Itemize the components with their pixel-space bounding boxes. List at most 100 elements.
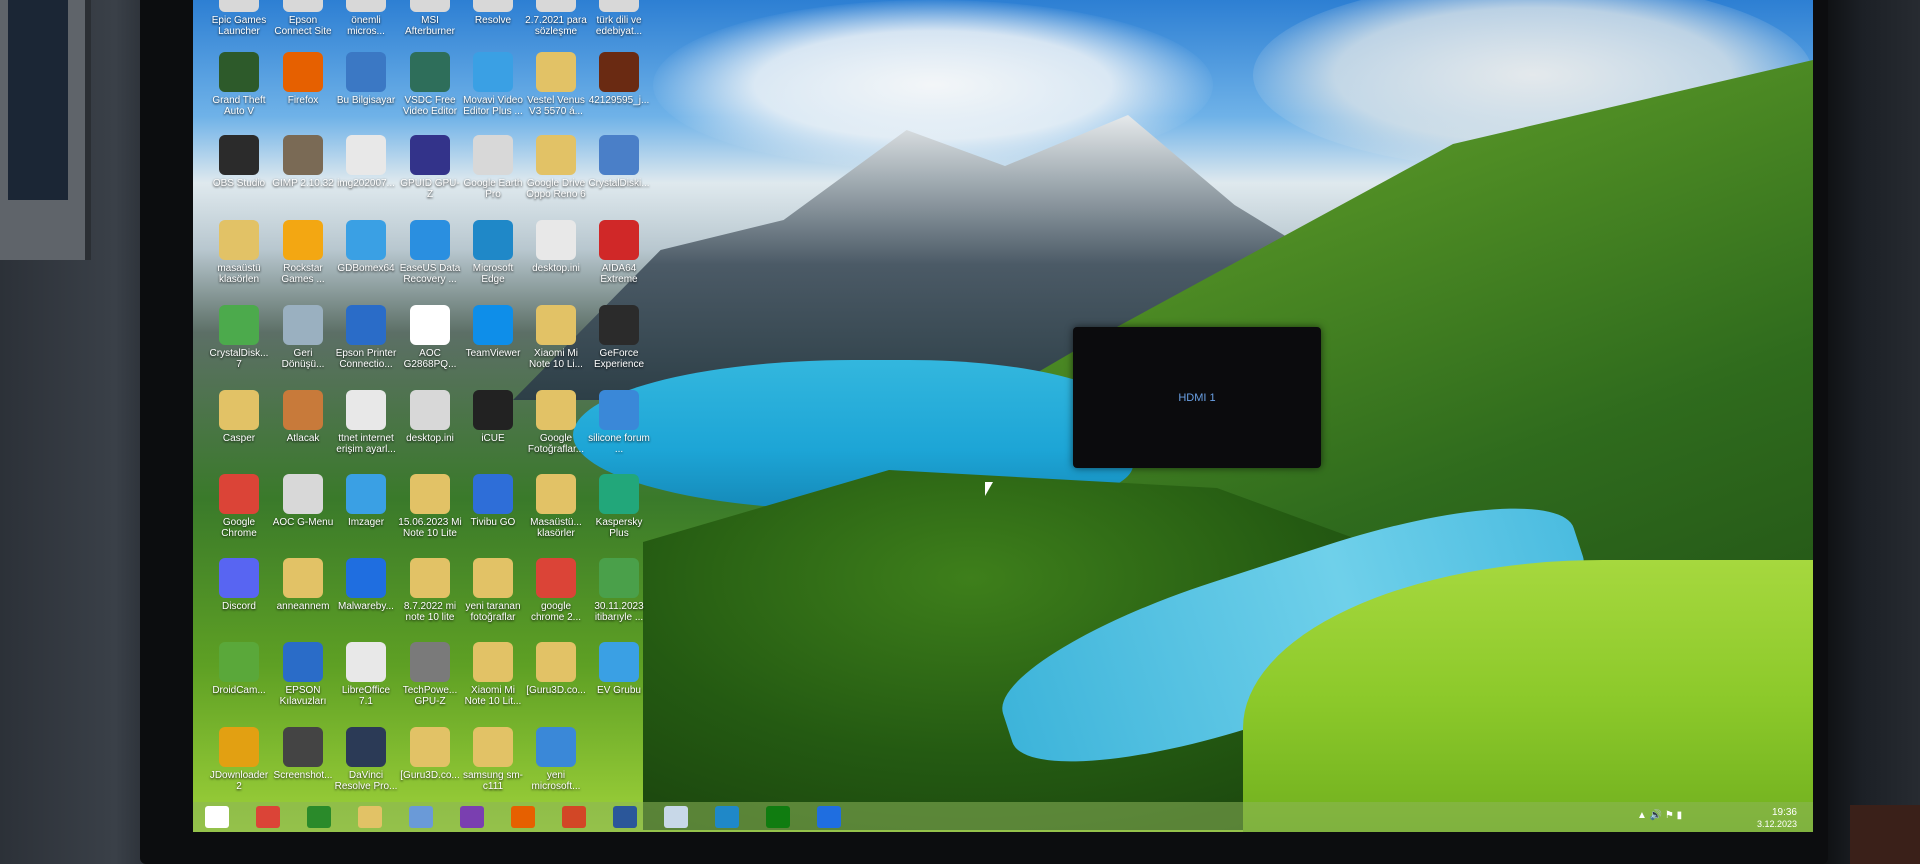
onenote-taskbar-icon[interactable]	[460, 806, 484, 828]
desktop-icon[interactable]: Movavi Video Editor Plus ...	[461, 52, 525, 117]
desktop-icon-image	[599, 135, 639, 175]
desktop-icon[interactable]: Masaüstü... klasörler	[524, 474, 588, 539]
desktop-icon[interactable]: samsung sm-c111	[461, 727, 525, 792]
desktop-icon[interactable]: Epson Connect Site	[271, 0, 335, 37]
desktop-icon[interactable]: Atlacak	[271, 390, 335, 444]
desktop-icon[interactable]: iCUE	[461, 390, 525, 444]
desktop-icon[interactable]: GeForce Experience	[587, 305, 651, 370]
desktop-icon[interactable]: Firefox	[271, 52, 335, 106]
clock-time[interactable]: 19:36	[1772, 807, 1797, 818]
desktop-icon-image	[473, 52, 513, 92]
desktop-icon[interactable]: Google Earth Pro	[461, 135, 525, 200]
desktop-icon[interactable]: silicone forum ...	[587, 390, 651, 455]
desktop-icon-image	[283, 642, 323, 682]
desktop-icon[interactable]: Resolve	[461, 0, 525, 26]
desktop-icon[interactable]: AOC G2868PQ...	[398, 305, 462, 370]
desktop-icon[interactable]: türk dili ve edebiyat...	[587, 0, 651, 37]
desktop-icon[interactable]: 2.7.2021 para sözleşme	[524, 0, 588, 37]
desktop-icon[interactable]: Screenshot...	[271, 727, 335, 781]
desktop-icon-image	[219, 220, 259, 260]
chrome-taskbar-icon[interactable]	[256, 806, 280, 828]
desktop-icon[interactable]: Tivibu GO	[461, 474, 525, 528]
desktop-icon[interactable]: EaseUS Data Recovery ...	[398, 220, 462, 285]
desktop-icon[interactable]: AOC G-Menu	[271, 474, 335, 528]
desktop-icon[interactable]: Malwareby...	[334, 558, 398, 612]
desktop-icon-label: Grand Theft Auto V	[212, 95, 266, 117]
desktop-icon[interactable]: masaüstü klasörlen	[207, 220, 271, 285]
desktop-icon[interactable]: Google Fotoğraflar...	[524, 390, 588, 455]
desktop-icon[interactable]: yeni microsoft...	[524, 727, 588, 792]
malwarebytes-taskbar-icon[interactable]	[817, 806, 841, 828]
xbox-taskbar-icon[interactable]	[766, 806, 790, 828]
edge-taskbar-icon[interactable]	[715, 806, 739, 828]
desktop-icon-image	[473, 135, 513, 175]
clock-date[interactable]: 3.12.2023	[1757, 819, 1797, 829]
desktop-icon[interactable]: JDownloader 2	[207, 727, 271, 792]
desktop-icon[interactable]: Kaspersky Plus	[587, 474, 651, 539]
desktop-icon[interactable]: yeni taranan fotoğraflar	[461, 558, 525, 623]
desktop-icon-image	[599, 0, 639, 12]
desktop-icon[interactable]: OBS Studio	[207, 135, 271, 189]
desktop-icon[interactable]: Xiaomi Mi Note 10 Lit...	[461, 642, 525, 707]
desktop-icon[interactable]: GPUID GPU-Z	[398, 135, 462, 200]
desktop-icon[interactable]: Imzager	[334, 474, 398, 528]
desktop-icon-image	[346, 642, 386, 682]
desktop-icon[interactable]: EPSON Kılavuzları	[271, 642, 335, 707]
desktop-icon-label: LibreOffice 7.1	[341, 685, 391, 707]
desktop-icon[interactable]: ttnet internet erişim ayarl...	[334, 390, 398, 455]
desktop-icon[interactable]: TeamViewer	[461, 305, 525, 359]
word-taskbar-icon[interactable]	[613, 806, 637, 828]
desktop-icon[interactable]: Geri Dönüşü...	[271, 305, 335, 370]
desktop-icon[interactable]: EV Grubu	[587, 642, 651, 696]
desktop-icon[interactable]: [Guru3D.co...	[398, 727, 462, 781]
desktop-icon[interactable]: Xiaomi Mi Note 10 Li...	[524, 305, 588, 370]
desktop-icon[interactable]: 42129595_j...	[587, 52, 651, 106]
desktop-icon[interactable]: Google Chrome	[207, 474, 271, 539]
desktop-icon[interactable]: 30.11.2023 itibarıyle ...	[587, 558, 651, 623]
desktop-icon[interactable]: Epic Games Launcher	[207, 0, 271, 37]
desktop-icon[interactable]: DroidCam...	[207, 642, 271, 696]
desktop-icon[interactable]: Grand Theft Auto V	[207, 52, 271, 117]
desktop-icon[interactable]: MSI Afterburner	[398, 0, 462, 37]
start-taskbar-icon[interactable]	[205, 806, 229, 828]
desktop-icon[interactable]: önemli micros...	[334, 0, 398, 37]
desktop-icon[interactable]: 8.7.2022 mi note 10 lite	[398, 558, 462, 623]
desktop-icon-image	[536, 474, 576, 514]
desktop-icon-label: Epson Connect Site	[274, 15, 332, 37]
desktop-icon[interactable]: anneannem	[271, 558, 335, 612]
desktop-icon[interactable]: VSDC Free Video Editor	[398, 52, 462, 117]
desktop-icon[interactable]: CrystalDisk... 7	[207, 305, 271, 370]
desktop-icon[interactable]: TechPowe... GPU-Z	[398, 642, 462, 707]
desktop-icon[interactable]: Bu Bilgisayar	[334, 52, 398, 106]
desktop-icon[interactable]: Microsoft Edge	[461, 220, 525, 285]
desktop-icon[interactable]: LibreOffice 7.1	[334, 642, 398, 707]
desktop-icon[interactable]: Casper	[207, 390, 271, 444]
desktop-icon[interactable]: Vestel Venus V3 5570 á...	[524, 52, 588, 117]
desktop-icon[interactable]: [Guru3D.co...	[524, 642, 588, 696]
desktop-icon[interactable]: Rockstar Games ...	[271, 220, 335, 285]
desktop-icon[interactable]: Google Drive Oppo Reno 6	[524, 135, 588, 200]
powerpoint-taskbar-icon[interactable]	[562, 806, 586, 828]
desktop-icon[interactable]: google chrome 2...	[524, 558, 588, 623]
desktop-icon[interactable]: 15.06.2023 Mi Note 10 Lite	[398, 474, 462, 539]
desktop-icon[interactable]: desktop.ini	[398, 390, 462, 444]
desktop-icon-label: Bu Bilgisayar	[336, 95, 396, 106]
desktop-icon[interactable]: desktop.ini	[524, 220, 588, 274]
explorer-taskbar-icon[interactable]	[358, 806, 382, 828]
desktop-icon[interactable]: Discord	[207, 558, 271, 612]
desktop-icon-image	[410, 135, 450, 175]
desktop-icon[interactable]: Epson Printer Connectio...	[334, 305, 398, 370]
store-taskbar-icon[interactable]	[307, 806, 331, 828]
taskbar[interactable]: ▲ 🔊 ⚑ ▮ 19:36 3.12.2023	[193, 802, 1813, 832]
desktop-icon[interactable]: img202007...	[334, 135, 398, 189]
desktop-icon[interactable]: AIDA64 Extreme	[587, 220, 651, 285]
desktop-icon[interactable]: GIMP 2.10.32	[271, 135, 335, 189]
firefox-taskbar-icon[interactable]	[511, 806, 535, 828]
control-panel-taskbar-icon[interactable]	[409, 806, 433, 828]
tray-icons[interactable]: ▲ 🔊 ⚑ ▮	[1637, 810, 1682, 821]
system-tray[interactable]: ▲ 🔊 ⚑ ▮ 19:36 3.12.2023	[1637, 806, 1797, 829]
desktop-icon[interactable]: GDBomex64	[334, 220, 398, 274]
desktop-icon[interactable]: DaVinci Resolve Pro...	[334, 727, 398, 792]
notepad-taskbar-icon[interactable]	[664, 806, 688, 828]
desktop-icon[interactable]: CrystalDiski...	[587, 135, 651, 189]
